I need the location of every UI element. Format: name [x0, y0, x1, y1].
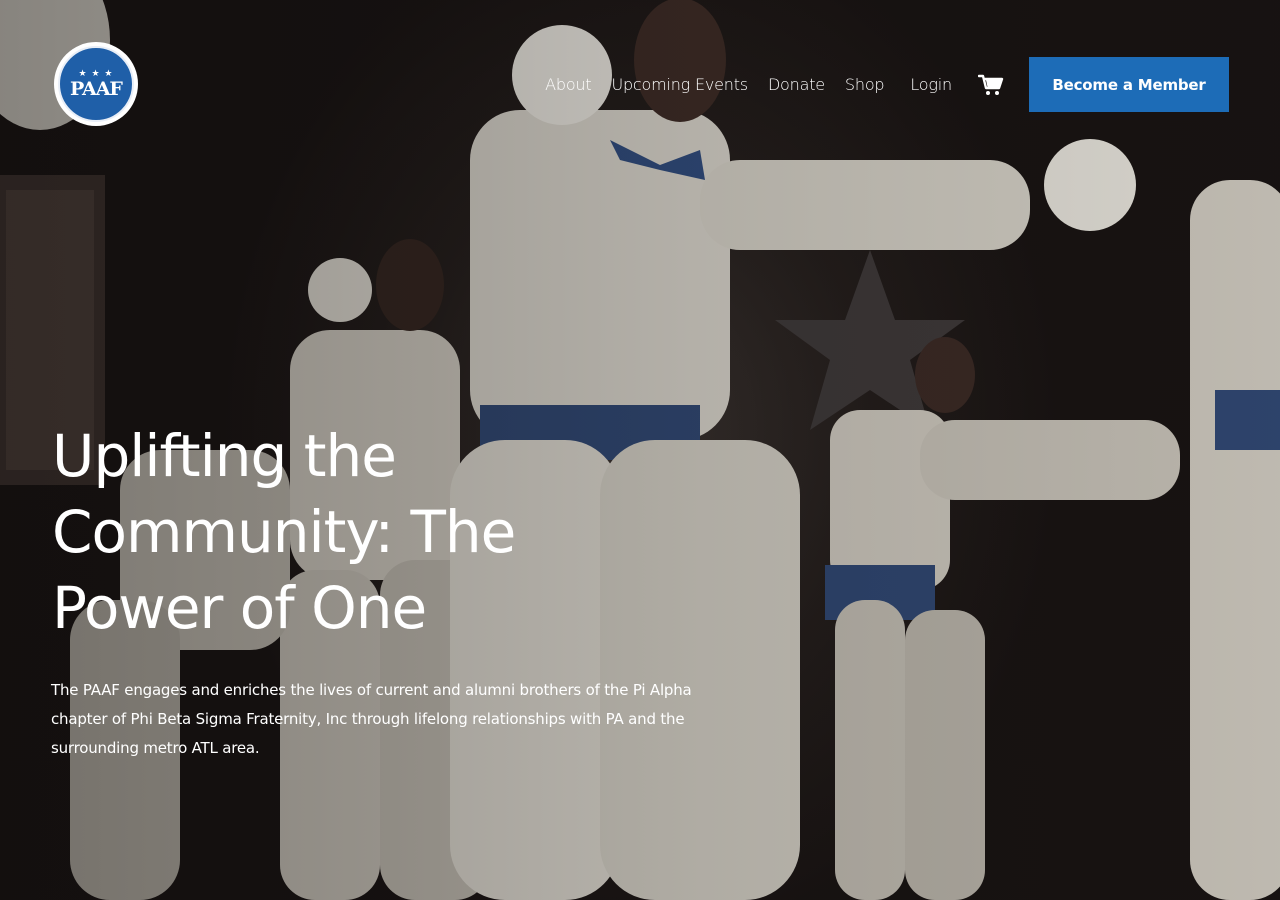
main-navigation: About Upcoming Events Donate Shop Login … [545, 57, 1229, 112]
nav-link-upcoming-events[interactable]: Upcoming Events [611, 75, 748, 94]
become-member-button[interactable]: Become a Member [1029, 57, 1229, 112]
nav-link-shop[interactable]: Shop [845, 75, 885, 94]
site-logo[interactable]: ★ ★ ★ PAAF [54, 42, 138, 126]
nav-link-about[interactable]: About [545, 75, 592, 94]
hero-section: ★ ★ ★ PAAF About Upcoming Events Donate … [0, 0, 1280, 900]
hero-description: The PAAF engages and enriches the lives … [51, 681, 692, 757]
logo-text: PAAF [70, 77, 123, 100]
shopping-cart-icon[interactable] [978, 74, 1004, 96]
nav-link-donate[interactable]: Donate [768, 75, 825, 94]
logo-seal: ★ ★ ★ PAAF [58, 46, 134, 122]
hero-headline: Uplifting the Community: The Power of On… [52, 422, 516, 642]
nav-link-login[interactable]: Login [910, 75, 952, 94]
